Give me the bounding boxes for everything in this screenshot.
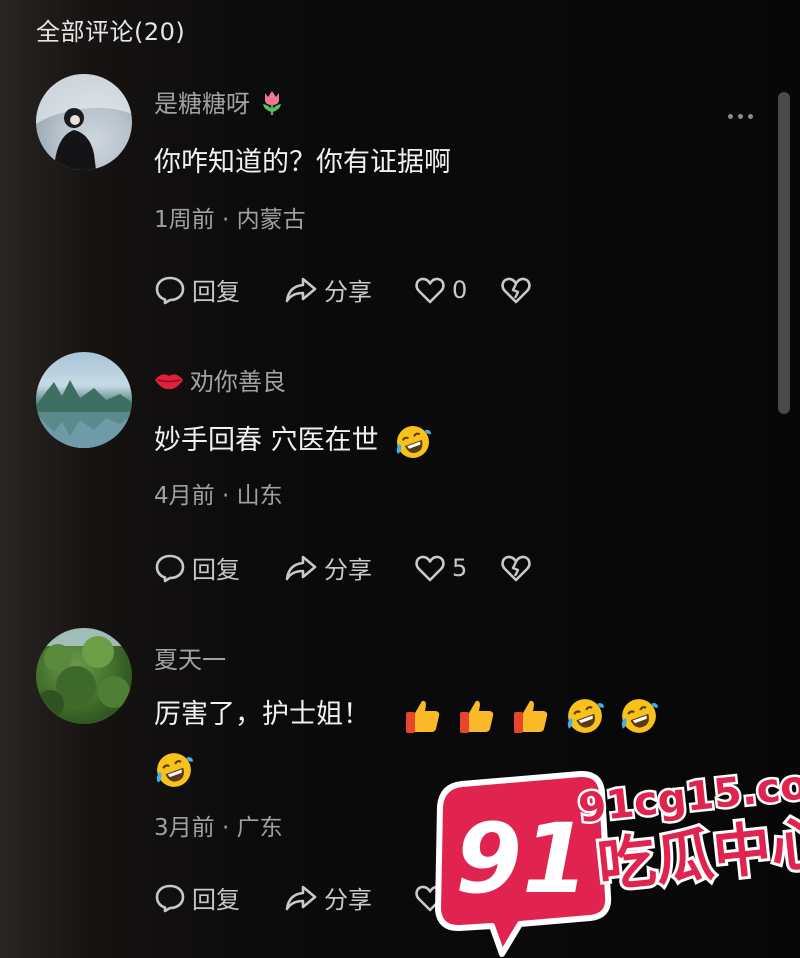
site-watermark-logo: 91 91cg15.com 吃瓜中心 [435, 755, 800, 957]
comment-actions: 回复 分享 5 [154, 550, 532, 585]
like-button[interactable]: 5 [414, 553, 500, 583]
comment-text: 你咋知道的？你有证据啊 [154, 147, 451, 178]
lips-emoji-icon [155, 373, 183, 389]
share-button[interactable]: 分享 [284, 550, 414, 585]
username[interactable]: 夏天一 [154, 640, 226, 675]
comment-meta: 1周前 · 内蒙古 [154, 207, 306, 233]
reply-button[interactable]: 回复 [154, 550, 284, 585]
rofl-emoji-icon [567, 698, 604, 733]
speech-bubble-icon [155, 276, 185, 304]
heart-icon [415, 555, 445, 581]
username[interactable]: 是糖糖呀 [154, 84, 286, 119]
thumbs-up-emoji-icon [405, 700, 439, 733]
broken-heart-icon [501, 555, 531, 581]
thumbs-up-emoji-icon [459, 700, 493, 733]
like-button[interactable]: 0 [414, 275, 500, 305]
share-button[interactable]: 分享 [284, 880, 414, 915]
avatar-foliage-graphic [36, 628, 132, 718]
dot-icon [737, 113, 743, 119]
share-arrow-icon [285, 555, 317, 580]
avatar[interactable] [36, 74, 132, 170]
avatar[interactable] [36, 628, 132, 724]
share-arrow-icon [285, 885, 317, 910]
avatar[interactable] [36, 352, 132, 448]
scrollbar-thumb[interactable] [778, 92, 790, 414]
dislike-button[interactable] [500, 275, 532, 305]
watermark-number: 91 [455, 803, 589, 915]
dislike-button[interactable] [500, 553, 532, 583]
share-arrow-icon [285, 277, 317, 302]
heart-icon [415, 277, 445, 303]
username[interactable]: 劝你善良 [154, 362, 286, 397]
speech-bubble-icon [155, 554, 185, 582]
rofl-emoji-icon [396, 425, 432, 458]
avatar-person-graphic [36, 74, 132, 170]
avatar-landscape-graphic [36, 380, 132, 448]
reply-button[interactable]: 回复 [154, 880, 284, 915]
rofl-emoji-icon [621, 698, 658, 733]
comment-text: 妙手回春 穴医在世 [154, 414, 714, 468]
reply-button[interactable]: 回复 [154, 272, 284, 307]
thumbs-up-emoji-icon [513, 700, 547, 733]
more-options-button[interactable] [722, 104, 758, 128]
speech-bubble-icon [155, 884, 185, 912]
comments-header-title: 全部评论(20) [36, 18, 186, 46]
tulip-emoji-icon [263, 90, 281, 115]
share-button[interactable]: 分享 [284, 272, 414, 307]
rofl-emoji-icon [156, 752, 193, 787]
broken-heart-icon [501, 277, 531, 303]
dot-icon [727, 113, 733, 119]
comment-actions: 回复 分享 0 [154, 272, 532, 307]
dot-icon [747, 113, 753, 119]
comment-meta: 4月前 · 山东 [154, 483, 283, 509]
comment-meta: 3月前 · 广东 [154, 815, 283, 841]
